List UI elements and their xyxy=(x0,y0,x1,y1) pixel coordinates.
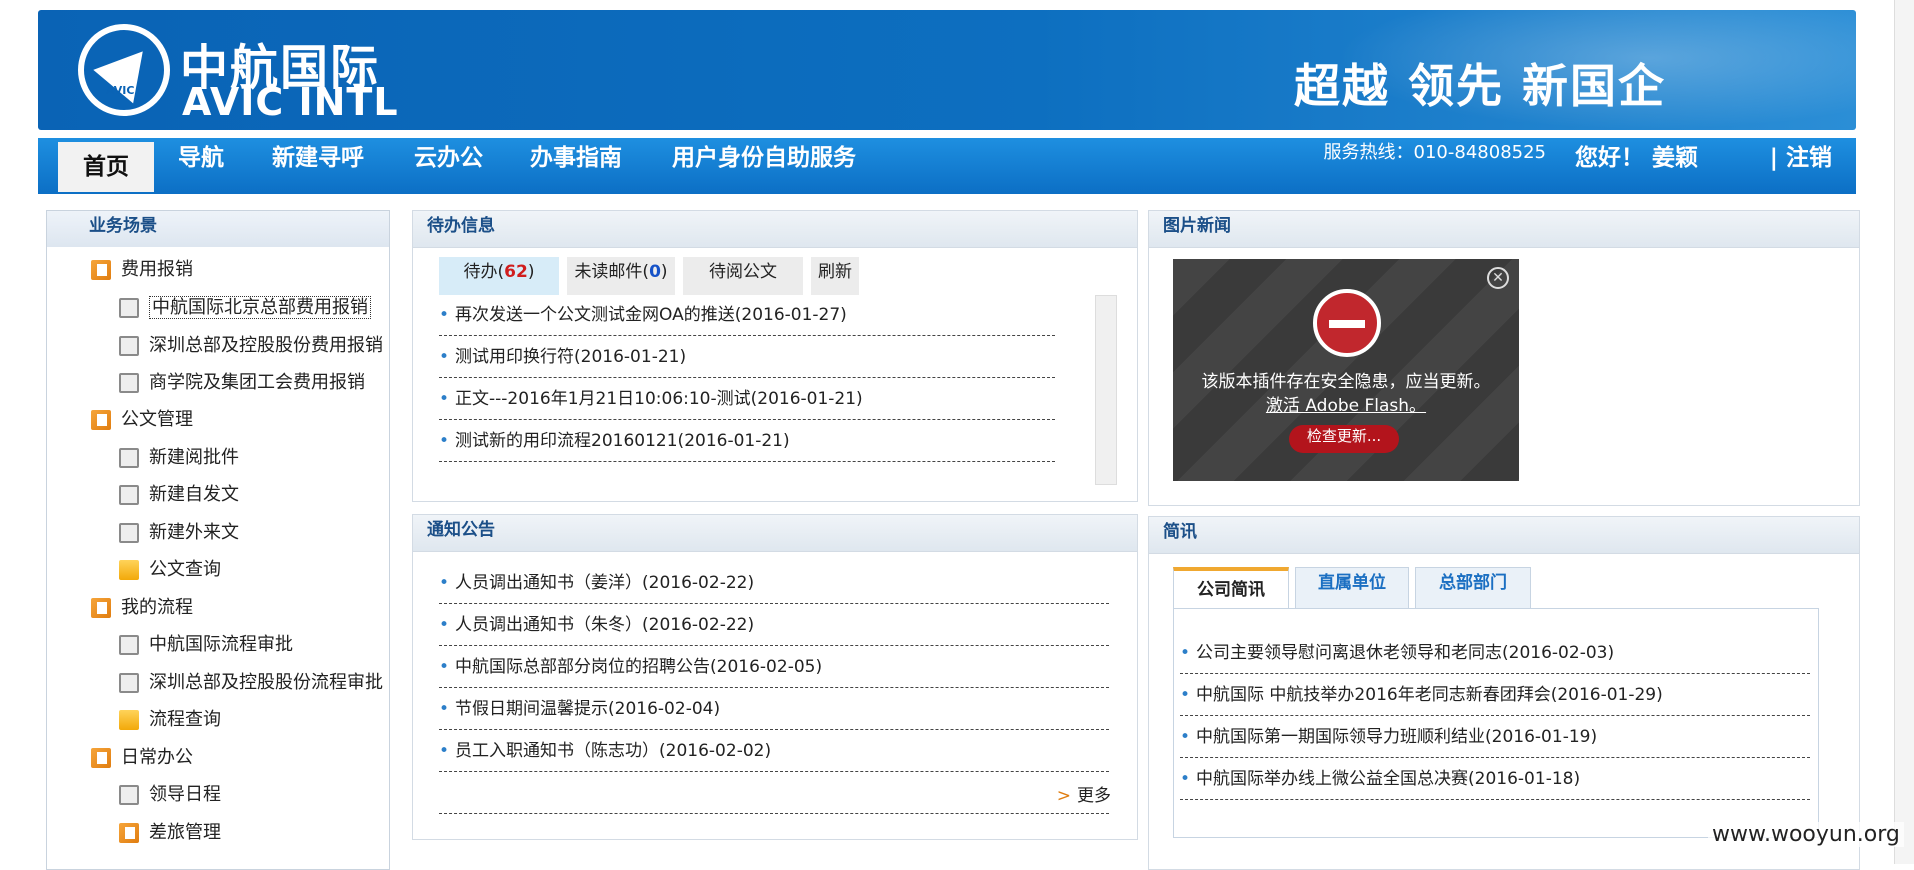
flash-warning-text: 该版本插件存在安全隐患，应当更新。 xyxy=(1201,372,1491,392)
tab-subsidiaries[interactable]: 直属单位 xyxy=(1295,567,1409,609)
logo-english-name: AVIC INTL xyxy=(182,80,399,124)
tab-hq-departments[interactable]: 总部部门 xyxy=(1415,567,1531,609)
hotline-text: 服务热线：010-84808525 xyxy=(1323,142,1546,163)
sidebar-item-process-query[interactable]: 流程查询 xyxy=(119,705,221,735)
user-greeting: 您好！ 姜颖 xyxy=(1574,145,1698,171)
nav-home[interactable]: 首页 xyxy=(58,142,154,192)
logo-badge-text: AVIC xyxy=(106,84,135,97)
tab-todo[interactable]: 待办(62) xyxy=(439,257,559,295)
document-icon xyxy=(119,373,139,393)
folder-icon xyxy=(119,710,139,730)
tab-company-news[interactable]: 公司简讯 xyxy=(1173,567,1289,609)
list-item[interactable]: • 测试用印换行符(2016-01-21) xyxy=(439,337,1055,378)
logo-icon: AVIC xyxy=(78,24,170,116)
sidebar-item-beijing-expense[interactable]: 中航国际北京总部费用报销 xyxy=(119,293,371,323)
nav-cloud-office[interactable]: 云办公 xyxy=(414,138,483,194)
slogan: 超越 领先 新国企 xyxy=(1293,59,1666,113)
sidebar: 业务场景 费用报销 中航国际北京总部费用报销 深圳总部及控股股份费用报销 商学院… xyxy=(46,210,390,870)
sidebar-item-daily-office[interactable]: 日常办公 xyxy=(91,743,193,773)
sidebar-item-new-incoming[interactable]: 新建外来文 xyxy=(119,518,239,548)
sidebar-item-my-process[interactable]: 我的流程 xyxy=(91,593,193,623)
news-list: • 公司主要领导慰问离退休老领导和老同志(2016-02-03) • 中航国际 中航… xyxy=(1173,608,1819,838)
sidebar-item-document-mgmt[interactable]: 公文管理 xyxy=(91,405,193,435)
sidebar-item-academy-expense[interactable]: 商学院及集团工会费用报销 xyxy=(119,368,365,398)
tab-pending-read[interactable]: 待阅公文 xyxy=(683,257,803,295)
main-nav: 首页 导航 新建寻呼 云办公 办事指南 用户身份自助服务 服务热线：010-84… xyxy=(38,138,1856,194)
document-icon xyxy=(119,485,139,505)
document-icon xyxy=(119,448,139,468)
page-scrollbar[interactable] xyxy=(1894,0,1914,864)
folder-icon xyxy=(119,560,139,580)
list-item[interactable]: • 员工入职通知书（陈志功）(2016-02-02) xyxy=(439,731,1109,772)
sidebar-item-avic-approval[interactable]: 中航国际流程审批 xyxy=(119,630,293,660)
sidebar-item-new-outgoing[interactable]: 新建自发文 xyxy=(119,480,239,510)
sidebar-item-expense[interactable]: 费用报销 xyxy=(91,255,193,285)
brief-news-title: 简讯 xyxy=(1149,517,1859,554)
list-item[interactable]: • 公司主要领导慰问离退休老领导和老同志(2016-02-03) xyxy=(1180,633,1810,674)
category-icon xyxy=(91,260,111,280)
refresh-button[interactable]: 刷新 xyxy=(811,257,859,295)
unread-mail-count: 0 xyxy=(649,262,661,282)
nav-self-service[interactable]: 用户身份自助服务 xyxy=(672,138,856,194)
sidebar-item-document-query[interactable]: 公文查询 xyxy=(119,555,221,585)
photo-news-panel: 图片新闻 ✕ 该版本插件存在安全隐患，应当更新。 激活 Adobe Flash。… xyxy=(1148,210,1860,506)
document-icon xyxy=(119,523,139,543)
brief-news-panel: 简讯 公司简讯 直属单位 总部部门 • 公司主要领导慰问离退休老领导和老同志(20… xyxy=(1148,516,1860,870)
list-item[interactable]: • 节假日期间温馨提示(2016-02-04) xyxy=(439,689,1109,730)
list-item[interactable]: • 中航国际举办线上微公益全国总决赛(2016-01-18) xyxy=(1180,759,1810,800)
todo-scrollbar[interactable] xyxy=(1095,295,1117,485)
nav-new-page[interactable]: 新建寻呼 xyxy=(272,138,364,194)
tab-unread-mail[interactable]: 未读邮件(0) xyxy=(567,257,675,295)
todo-panel-title: 待办信息 xyxy=(413,211,1137,248)
list-item[interactable]: • 测试新的用印流程20160121(2016-01-21) xyxy=(439,421,1055,462)
photo-news-title: 图片新闻 xyxy=(1149,211,1859,248)
list-item[interactable]: • 再次发送一个公文测试金网OA的推送(2016-01-27) xyxy=(439,295,1055,336)
document-icon xyxy=(119,785,139,805)
header-banner: AVIC 中航国际 AVIC INTL 超越 领先 新国企 xyxy=(38,10,1856,130)
document-icon xyxy=(119,673,139,693)
sidebar-item-shenzhen-approval[interactable]: 深圳总部及控股股份流程审批 xyxy=(119,668,383,698)
list-item[interactable]: • 人员调出通知书（朱冬）(2016-02-22) xyxy=(439,605,1109,646)
sidebar-item-new-review[interactable]: 新建阅批件 xyxy=(119,443,239,473)
sidebar-title: 业务场景 xyxy=(47,211,389,247)
document-icon xyxy=(119,635,139,655)
document-icon xyxy=(119,298,139,318)
sidebar-item-travel-mgmt[interactable]: 差旅管理 xyxy=(119,818,221,848)
more-link[interactable]: > 更多 xyxy=(1057,781,1111,806)
todo-count: 62 xyxy=(504,262,528,282)
notice-panel-title: 通知公告 xyxy=(413,515,1137,552)
list-item[interactable]: • 中航国际 中航技举办2016年老同志新春团拜会(2016-01-29) xyxy=(1180,675,1810,716)
activate-flash-link[interactable]: 激活 Adobe Flash。 xyxy=(1173,391,1519,416)
chevron-right-icon: > xyxy=(1056,786,1071,806)
list-item[interactable]: • 人员调出通知书（姜洋）(2016-02-22) xyxy=(439,563,1109,604)
close-icon[interactable]: ✕ xyxy=(1487,267,1509,289)
check-update-button[interactable]: 检查更新... xyxy=(1289,425,1399,453)
todo-panel: 待办信息 待办(62) 未读邮件(0) 待阅公文 刷新 • 再次发送一个公文测试金… xyxy=(412,210,1138,502)
list-item[interactable]: • 正文---2016年1月21日10:06:10-测试(2016-01-21) xyxy=(439,379,1055,420)
list-item[interactable]: • 中航国际第一期国际领导力班顺利结业(2016-01-19) xyxy=(1180,717,1810,758)
category-icon xyxy=(91,748,111,768)
sidebar-item-shenzhen-expense[interactable]: 深圳总部及控股股份费用报销 xyxy=(119,331,383,361)
category-icon xyxy=(91,598,111,618)
logout-link[interactable]: | 注销 xyxy=(1770,138,1832,172)
notice-panel: 通知公告 • 人员调出通知书（姜洋）(2016-02-22) • 人员调出通知书（朱… xyxy=(412,514,1138,840)
document-icon xyxy=(119,336,139,356)
flash-plugin-placeholder: ✕ 该版本插件存在安全隐患，应当更新。 激活 Adobe Flash。 检查更新… xyxy=(1173,259,1519,481)
nav-navigation[interactable]: 导航 xyxy=(178,138,224,194)
list-item[interactable]: • 中航国际总部部分岗位的招聘公告(2016-02-05) xyxy=(439,647,1109,688)
nav-guide[interactable]: 办事指南 xyxy=(530,138,622,194)
blocked-plugin-icon xyxy=(1313,289,1381,357)
sidebar-item-leader-schedule[interactable]: 领导日程 xyxy=(119,780,221,810)
category-icon xyxy=(91,410,111,430)
category-icon xyxy=(119,823,139,843)
more-row xyxy=(439,773,1109,814)
watermark: www.wooyun.org xyxy=(1708,822,1904,847)
